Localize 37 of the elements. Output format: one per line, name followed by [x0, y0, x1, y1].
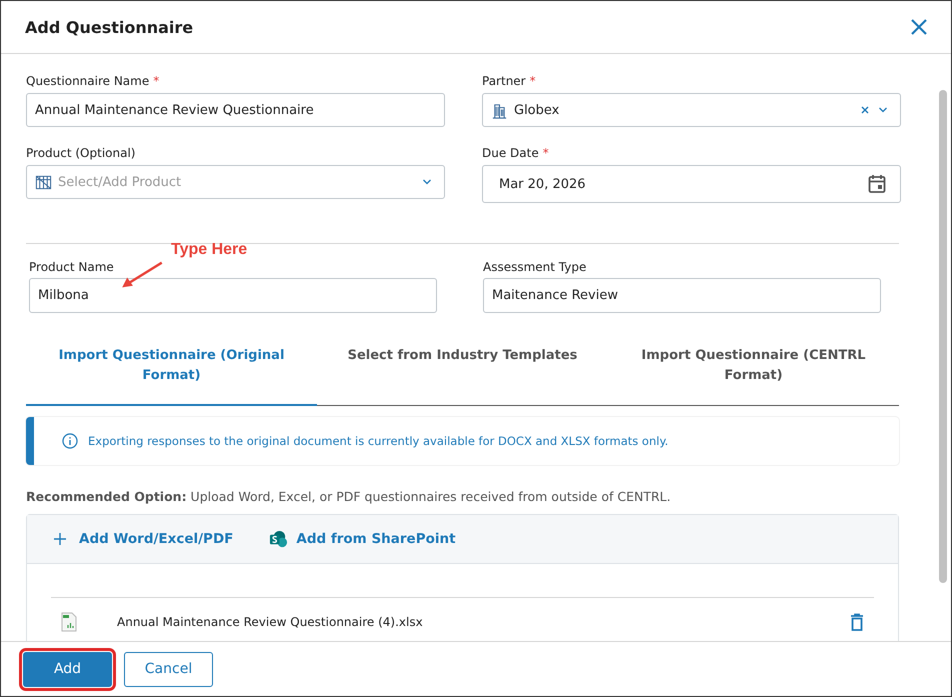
field-label: Due Date *	[482, 146, 550, 160]
annotation-text: Type Here	[171, 241, 248, 259]
add-button[interactable]: Add	[23, 652, 112, 686]
sharepoint-icon	[269, 530, 288, 548]
date-field[interactable]: Mar 20, 2026	[482, 165, 901, 203]
tab[interactable]: Import Questionnaire (CENTRL Format)	[608, 346, 899, 404]
field-label: Product (Optional)	[26, 146, 136, 160]
dropdown-field[interactable]: Globex	[482, 93, 901, 127]
close-icon[interactable]	[909, 17, 929, 37]
input-field[interactable]: Milbona	[29, 278, 437, 313]
crate-icon	[35, 174, 52, 190]
spreadsheet-file-icon	[61, 612, 77, 632]
field-label: Product Name	[29, 260, 115, 274]
upload-link[interactable]: Add from SharePoint	[269, 530, 456, 548]
info-text: Exporting responses to the original document is currently available for DOCX and XLSX formats only.	[88, 434, 668, 448]
dialog-title: Add Questionnaire	[25, 18, 194, 36]
field-label: Assessment Type	[483, 260, 588, 274]
file-name: Annual Maintenance Review Questionnaire (4).xlsx	[117, 615, 423, 629]
chevron-down-icon[interactable]	[422, 179, 432, 185]
building-icon	[491, 102, 508, 118]
annotation-arrow	[120, 261, 164, 289]
scrollbar-thumb[interactable]	[939, 90, 947, 583]
clear-icon[interactable]	[860, 105, 870, 115]
tab[interactable]: Select from Industry Templates	[317, 346, 608, 404]
recommendation-text: Recommended Option: Upload Word, Excel, or PDF questionnaires received from outside of CENTRL.	[26, 489, 672, 504]
input-field[interactable]: Annual Maintenance Review Questionnaire	[26, 93, 445, 127]
chevron-down-icon[interactable]	[878, 107, 888, 113]
input-field[interactable]: Maitenance Review	[483, 278, 881, 313]
upload-link[interactable]: Add Word/Excel/PDF	[53, 531, 234, 547]
field-label: Questionnaire Name *	[26, 74, 160, 88]
trash-icon[interactable]	[850, 613, 864, 631]
plus-icon	[53, 532, 67, 546]
field-label: Partner *	[482, 74, 537, 88]
cancel-button[interactable]: Cancel	[124, 652, 213, 686]
calendar-icon[interactable]	[868, 174, 886, 194]
tab[interactable]: Import Questionnaire (Original Format)	[26, 346, 317, 406]
info-icon	[62, 433, 78, 449]
